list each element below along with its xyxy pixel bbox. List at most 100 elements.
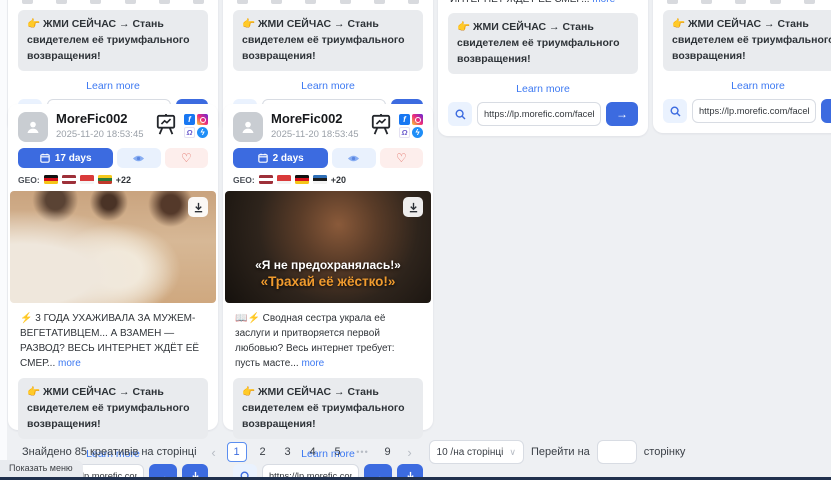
more-link[interactable]: more <box>592 0 615 5</box>
account-name: MoreFic002 <box>271 112 370 127</box>
views-button[interactable] <box>117 148 160 168</box>
person-icon <box>240 119 256 135</box>
flag-lithuania-icon <box>98 175 112 184</box>
goto-page-suffix: сторінку <box>644 446 686 458</box>
url-row: → <box>663 99 831 123</box>
ad-headline: 👉 ЖМИ СЕЙЧАС → Стань свидетелем её триум… <box>18 10 208 71</box>
ad-headline: 👉 ЖМИ СЕЙЧАС → Стань свидетелем её триум… <box>233 10 423 71</box>
creative-card-2: MoreFic002 2025-11-20 18:53:45 f Ω ϟ 2 d… <box>223 104 433 430</box>
search-icon <box>670 106 681 117</box>
favorite-button[interactable]: ♡ <box>380 148 423 168</box>
url-row: → <box>448 102 638 126</box>
days-active-button[interactable]: 2 days <box>233 148 328 168</box>
flag-germany-icon <box>44 175 58 184</box>
views-button[interactable] <box>332 148 375 168</box>
platforms-grid: f Ω ϟ <box>184 114 208 138</box>
prev-page-button[interactable]: ‹ <box>208 445 220 460</box>
learn-more-link[interactable]: Learn more <box>653 80 831 92</box>
show-menu-tab[interactable]: Показать меню <box>0 460 83 477</box>
geo-more-count: +20 <box>331 175 346 185</box>
eye-icon <box>132 154 145 163</box>
learn-more-link[interactable]: Learn more <box>223 80 433 92</box>
page-button-1[interactable]: 1 <box>227 442 247 462</box>
creatives-browser-page: 👉 ЖМИ СЕЙЧАС → Стань свидетелем её триум… <box>0 0 831 480</box>
search-url-button[interactable] <box>663 99 687 123</box>
ad-body-text-tail: ИНТЕРНЕТ ЖДЁТ ЕЁ СМЕР... more <box>450 0 636 5</box>
goto-page-label: Перейти на <box>531 446 590 458</box>
results-count: Знайдено 85 креативів на сторінці <box>22 446 197 458</box>
download-icon <box>193 202 204 213</box>
open-url-button[interactable]: → <box>821 99 831 123</box>
presentation-board-icon[interactable] <box>370 114 392 135</box>
calendar-icon <box>40 153 50 163</box>
ad-headline: 👉 ЖМИ СЕЙЧАС → Стань свидетелем её триум… <box>448 13 638 74</box>
flag-estonia-icon <box>313 175 327 184</box>
more-link[interactable]: more <box>58 358 81 369</box>
page-button-2[interactable]: 2 <box>254 442 272 462</box>
per-page-select[interactable]: 10 /на сторінці ∨ <box>429 440 524 464</box>
profile-row: MoreFic002 2025-11-20 18:53:45 f Ω ϟ <box>8 104 218 144</box>
days-active-button[interactable]: 17 days <box>18 148 113 168</box>
flag-latvia-icon <box>259 175 273 184</box>
messenger-icon: ϟ <box>412 127 423 138</box>
geo-row: GEO: +22 <box>18 174 208 185</box>
geo-label: GEO: <box>233 175 255 185</box>
creative-image[interactable]: «Я не предохранялась!» «Трахай её жёстко… <box>225 191 431 303</box>
creative-overlay-text: «Я не предохранялась!» «Трахай её жёстко… <box>225 257 431 291</box>
goto-page-input[interactable] <box>597 440 637 464</box>
page-button-3[interactable]: 3 <box>279 442 297 462</box>
landing-url-input[interactable] <box>692 99 816 123</box>
card-actions: 2 days ♡ <box>233 148 423 168</box>
person-icon <box>25 119 41 135</box>
avatar <box>233 112 263 142</box>
page-button-9[interactable]: 9 <box>379 442 397 462</box>
more-link[interactable]: more <box>301 358 324 369</box>
pages-ellipsis[interactable]: ••• <box>354 442 372 462</box>
next-page-button[interactable]: › <box>404 445 416 460</box>
flag-indonesia-icon <box>80 175 94 184</box>
geo-more-count: +22 <box>116 175 131 185</box>
left-panel-edge <box>0 0 7 470</box>
avatar <box>18 112 48 142</box>
profile-row: MoreFic002 2025-11-20 18:53:45 f Ω ϟ <box>223 104 433 144</box>
flag-indonesia-icon <box>277 175 291 184</box>
page-button-4[interactable]: 4 <box>304 442 322 462</box>
flag-latvia-icon <box>62 175 76 184</box>
ad-headline: 👉 ЖМИ СЕЙЧАС → Стань свидетелем её триум… <box>663 10 831 71</box>
eye-icon <box>347 154 360 163</box>
search-icon <box>455 109 466 120</box>
page-button-5[interactable]: 5 <box>329 442 347 462</box>
image-grid-bottom-edge <box>667 0 831 4</box>
ad-body-text: ⚡ 3 ГОДА УХАЖИВАЛА ЗА МУЖЕМ-ВЕГЕТАТИВЦЕМ… <box>20 311 206 371</box>
account-name: MoreFic002 <box>56 112 155 127</box>
favorite-button[interactable]: ♡ <box>165 148 208 168</box>
messenger-icon: ϟ <box>197 127 208 138</box>
image-grid-bottom-edge <box>237 0 419 4</box>
ad-headline: 👉 ЖМИ СЕЙЧАС → Стань свидетелем её триум… <box>18 378 208 439</box>
facebook-icon: f <box>399 114 410 125</box>
timestamp: 2025-11-20 18:53:45 <box>271 129 370 140</box>
ad-body-text: 📖⚡ Сводная сестра украла её заслуги и пр… <box>235 311 421 371</box>
arrow-right-icon: → <box>616 107 628 121</box>
platforms-grid: f Ω ϟ <box>399 114 423 138</box>
timestamp: 2025-11-20 18:53:45 <box>56 129 155 140</box>
presentation-board-icon[interactable] <box>155 114 177 135</box>
open-url-button[interactable]: → <box>606 102 638 126</box>
instagram-icon <box>412 114 423 125</box>
geo-row: GEO: +20 <box>233 174 423 185</box>
download-image-button[interactable] <box>403 197 423 217</box>
card-actions: 17 days ♡ <box>18 148 208 168</box>
search-url-button[interactable] <box>448 102 472 126</box>
pagination-bar: Знайдено 85 креативів на сторінці ‹ 1 2 … <box>22 440 685 464</box>
learn-more-link[interactable]: Learn more <box>438 83 648 95</box>
chevron-down-icon: ∨ <box>509 447 516 458</box>
creative-image[interactable] <box>10 191 216 303</box>
download-image-button[interactable] <box>188 197 208 217</box>
creative-card-1: MoreFic002 2025-11-20 18:53:45 f Ω ϟ 17 … <box>8 104 218 430</box>
landing-url-input[interactable] <box>477 102 601 126</box>
creative-card-partial-3: ИНТЕРНЕТ ЖДЁТ ЕЁ СМЕР... more 👉 ЖМИ СЕЙЧ… <box>438 0 648 136</box>
calendar-icon <box>258 153 268 163</box>
audience-network-icon: Ω <box>184 127 195 138</box>
learn-more-link[interactable]: Learn more <box>8 80 218 92</box>
facebook-icon: f <box>184 114 195 125</box>
